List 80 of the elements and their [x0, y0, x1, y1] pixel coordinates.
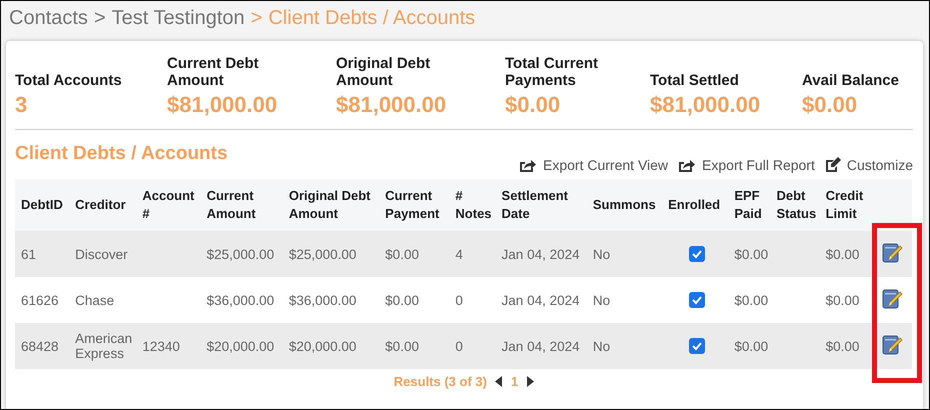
table-cell: $0.00: [734, 246, 768, 262]
check-icon: [691, 340, 704, 352]
table-cell: Jan 04, 2024: [502, 292, 580, 308]
stat-label: Total Current Payments: [505, 55, 600, 89]
check-icon: [691, 294, 704, 306]
export-icon: [678, 158, 696, 172]
results-count: Results (3 of 3): [394, 374, 487, 389]
breadcrumb-separator: >: [94, 7, 106, 31]
checkbox[interactable]: [689, 292, 706, 308]
section-title: Client Debts / Accounts: [15, 143, 228, 165]
table-cell: No: [592, 338, 610, 354]
table-cell: $20,000.00: [206, 338, 274, 354]
column-header[interactable]: Current Amount: [200, 179, 283, 231]
table-cell: $0.00: [385, 246, 419, 262]
table-cell: $0.00: [826, 246, 860, 262]
stat-value: $0.00: [802, 91, 858, 119]
table-cell: American Express: [75, 331, 132, 361]
stat-value: $81,000.00: [650, 91, 762, 119]
table-cell: $0.00: [385, 338, 419, 354]
breadcrumb-separator: >: [250, 7, 262, 31]
stat-label: Total Settled: [650, 72, 740, 89]
table-cell: Chase: [75, 292, 114, 308]
table-cell: $36,000.00: [206, 292, 274, 308]
table-cell: $0.00: [734, 338, 768, 354]
column-header[interactable]: # Notes: [449, 179, 496, 231]
checkbox[interactable]: [689, 338, 706, 354]
table-cell: $0.00: [734, 292, 768, 308]
breadcrumb-item[interactable]: Test Testington: [112, 7, 245, 41]
table-cell: No: [592, 246, 610, 262]
column-header[interactable]: Current Payment: [379, 179, 450, 231]
table-cell: 4: [455, 246, 463, 262]
table-cell: 12340: [142, 338, 180, 354]
column-header[interactable]: EPF Paid: [728, 179, 770, 231]
stat-label: Original Debt Amount: [336, 55, 432, 89]
table-cell: $25,000.00: [206, 246, 274, 262]
table-cell: Jan 04, 2024: [502, 246, 580, 262]
table-cell: $36,000.00: [288, 292, 356, 308]
previous-page-icon[interactable]: [494, 376, 503, 387]
column-header[interactable]: Original Debt Amount: [282, 179, 380, 231]
table-cell: No: [592, 292, 610, 308]
table-cell: $0.00: [826, 338, 860, 354]
column-header[interactable]: Account #: [136, 179, 201, 231]
check-icon: [691, 248, 704, 260]
stat-label: Avail Balance: [802, 72, 899, 89]
table-cell: 0: [455, 292, 463, 308]
table-cell: $0.00: [826, 292, 860, 308]
table-cell: 61626: [21, 292, 59, 308]
action-link[interactable]: Export Full Report: [678, 157, 815, 173]
export-icon: [519, 158, 538, 172]
table-cell: 61: [21, 246, 36, 262]
column-header[interactable]: Settlement Date: [496, 179, 587, 231]
column-header[interactable]: Credit Limit: [820, 179, 868, 231]
table-cell: Discover: [75, 246, 128, 262]
table-cell: 68428: [21, 338, 59, 354]
edit-note-icon: [824, 157, 841, 173]
stat-value: 3: [15, 91, 28, 119]
stat-label: Current Debt Amount: [167, 55, 260, 89]
table-cell: 0: [455, 338, 463, 354]
action-link[interactable]: Customize: [824, 157, 913, 173]
breadcrumb-item: Client Debts / Accounts: [268, 7, 476, 31]
table-cell: Jan 04, 2024: [502, 338, 580, 354]
stat-label: Total Accounts: [15, 72, 123, 89]
breadcrumb-item[interactable]: Contacts: [9, 7, 88, 41]
stat-value: $0.00: [505, 91, 562, 119]
column-header[interactable]: Creditor: [69, 179, 136, 231]
edit-icon[interactable]: [880, 242, 903, 264]
edit-icon[interactable]: [880, 288, 903, 310]
next-page-icon[interactable]: [526, 376, 534, 387]
column-header[interactable]: Debt Status: [770, 179, 820, 231]
table-cell: $25,000.00: [288, 246, 356, 262]
column-header[interactable]: DebtID: [15, 179, 70, 231]
table-cell: $20,000.00: [288, 338, 356, 354]
action-link[interactable]: Export Current View: [519, 157, 668, 173]
edit-icon[interactable]: [880, 334, 903, 356]
stat-value: $81,000.00: [336, 91, 448, 119]
table-cell: $0.00: [385, 292, 419, 308]
checkbox[interactable]: [689, 246, 706, 262]
stat-value: $81,000.00: [167, 91, 278, 119]
column-header[interactable]: Summons: [586, 179, 662, 231]
column-header[interactable]: Enrolled: [662, 179, 728, 231]
